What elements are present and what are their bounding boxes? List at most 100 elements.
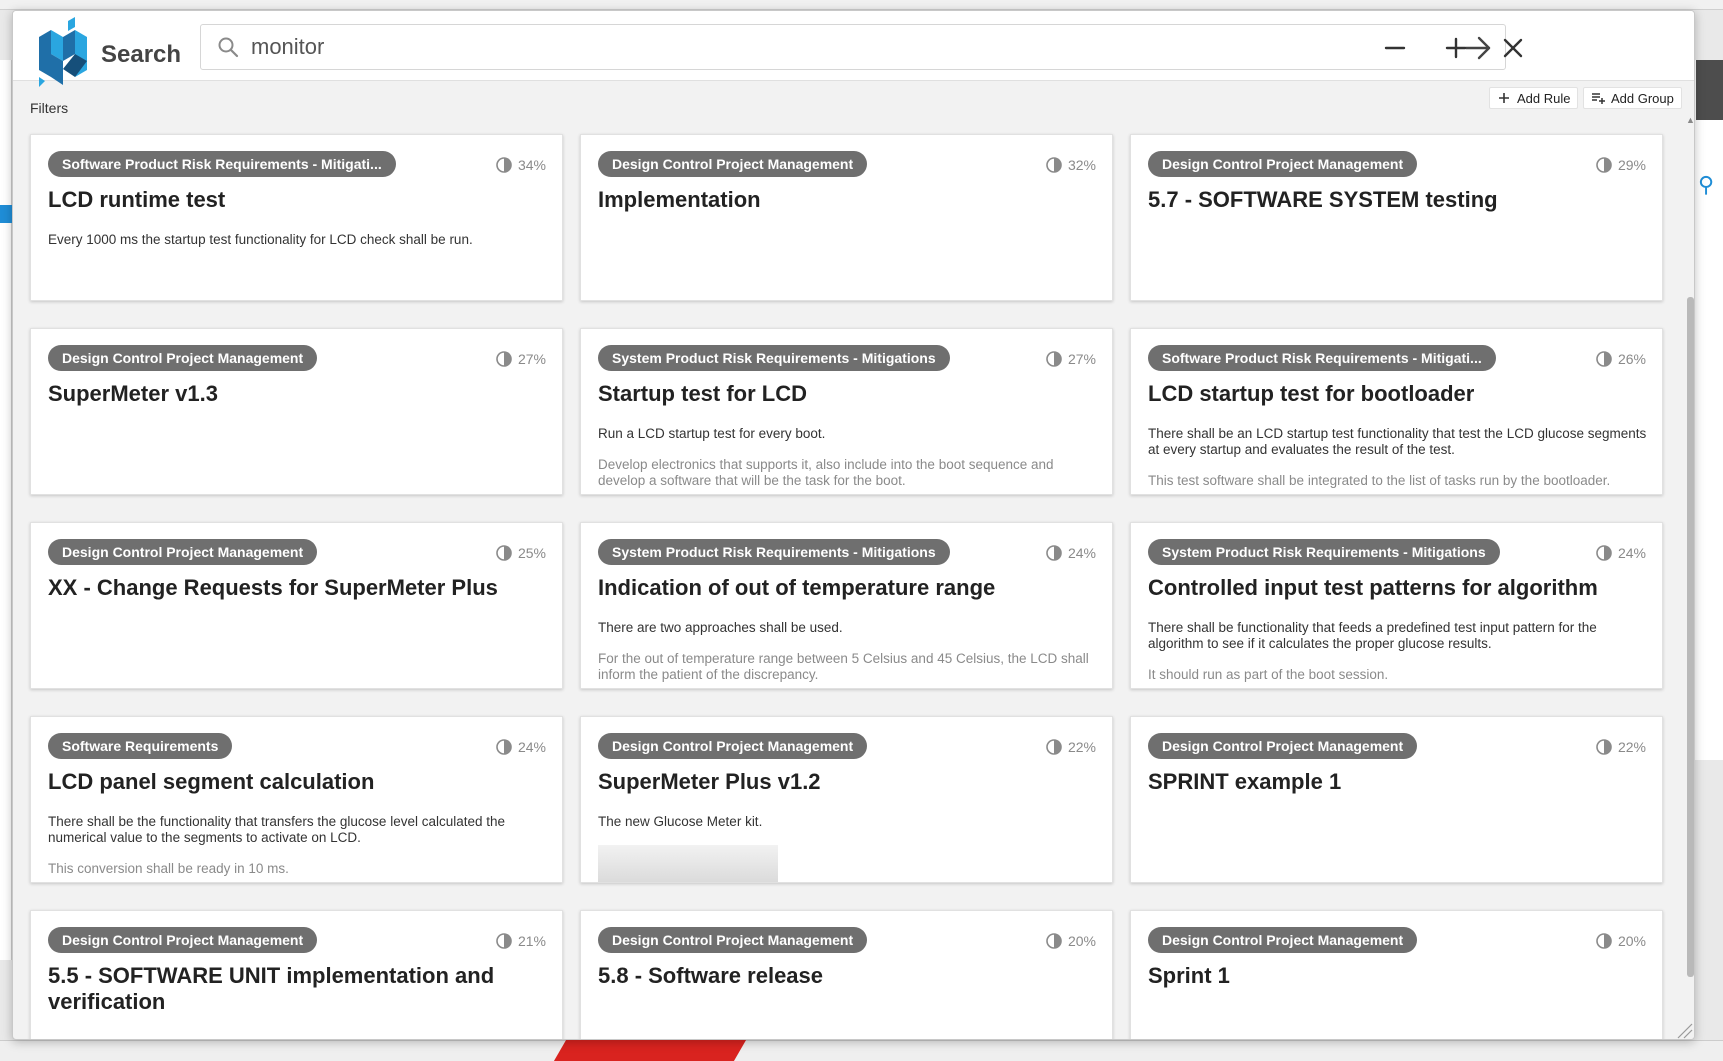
result-title[interactable]: SuperMeter v1.3 (48, 381, 548, 407)
relevance-score: 34% (495, 156, 546, 174)
relevance-score: 27% (495, 350, 546, 368)
result-title[interactable]: 5.5 - SOFTWARE UNIT implementation and v… (48, 963, 548, 1015)
relevance-score-value: 24% (1067, 545, 1096, 561)
search-input[interactable] (251, 31, 1431, 63)
result-card[interactable]: System Product Risk Requirements - Mitig… (580, 522, 1113, 689)
result-card[interactable]: Design Control Project Management 20% Spri… (1130, 910, 1663, 1039)
result-card[interactable]: Design Control Project Management 22% Supe… (580, 716, 1113, 883)
minimize-icon[interactable] (1382, 35, 1408, 61)
category-tag: Design Control Project Management (1148, 151, 1418, 177)
relevance-half-circle-icon (496, 351, 512, 367)
description-paragraph: This test software shall be integrated t… (1148, 473, 1611, 488)
category-tag: Design Control Project Management (598, 927, 868, 953)
category-tag: Design Control Project Management (48, 927, 318, 953)
description-paragraph: This conversion shall be ready in 10 ms. (48, 861, 289, 876)
result-title[interactable]: LCD startup test for bootloader (1148, 381, 1648, 407)
result-title[interactable]: 5.8 - Software release (598, 963, 1098, 989)
result-title[interactable]: LCD runtime test (48, 187, 548, 213)
relevance-half-circle-icon (1596, 157, 1612, 173)
result-description: Run a LCD startup test for every boot. De… (598, 426, 1098, 494)
search-box[interactable] (200, 24, 1506, 70)
result-card[interactable]: Design Control Project Management 27% Supe… (30, 328, 563, 495)
relevance-half-circle-icon (1046, 739, 1062, 755)
brand-logo-icon (39, 17, 87, 87)
relevance-half-circle-icon (1596, 933, 1612, 949)
result-card[interactable]: Design Control Project Management 20% 5.8 … (580, 910, 1113, 1039)
result-card[interactable]: Design Control Project Management 22% SPRI… (1130, 716, 1663, 883)
relevance-score: 32% (1045, 156, 1096, 174)
description-paragraph: There shall be an LCD startup test funct… (1148, 426, 1647, 457)
description-paragraph: There shall be functionality that feeds … (1148, 620, 1597, 651)
result-title[interactable]: SuperMeter Plus v1.2 (598, 769, 1098, 795)
relevance-half-circle-icon (1596, 351, 1612, 367)
relevance-half-circle-icon (496, 545, 512, 561)
result-title[interactable]: LCD panel segment calculation (48, 769, 548, 795)
filters-bar: Filters (13, 82, 1694, 122)
background-right-toolbar (1696, 60, 1723, 120)
add-rule-button[interactable]: Add Rule (1489, 87, 1579, 109)
result-card[interactable]: Software Product Risk Requirements - Mit… (1130, 328, 1663, 495)
background-left-panel (0, 60, 12, 960)
description-paragraph: Develop electronics that supports it, al… (598, 457, 1054, 488)
relevance-score-value: 27% (1067, 351, 1096, 367)
result-card[interactable]: Software Requirements 24% LCD panel segmen… (30, 716, 563, 883)
scrollbar-thumb[interactable] (1687, 297, 1694, 977)
relevance-score: 24% (495, 738, 546, 756)
result-description: There shall be functionality that feeds … (1148, 620, 1648, 688)
result-description: The new Glucose Meter kit. (598, 814, 1098, 845)
background-bottom-area (0, 1040, 1723, 1061)
description-paragraph: Run a LCD startup test for every boot. (598, 426, 826, 441)
result-title[interactable]: 5.7 - SOFTWARE SYSTEM testing (1148, 187, 1648, 213)
result-title[interactable]: Startup test for LCD (598, 381, 1098, 407)
relevance-score-value: 25% (517, 545, 546, 561)
relevance-score-value: 22% (1067, 739, 1096, 755)
result-card[interactable]: Design Control Project Management 25% XX -… (30, 522, 563, 689)
relevance-half-circle-icon (496, 933, 512, 949)
resize-grip-icon[interactable] (1675, 1021, 1693, 1039)
close-icon[interactable] (1500, 35, 1526, 61)
relevance-score-value: 21% (517, 933, 546, 949)
result-title[interactable]: XX - Change Requests for SuperMeter Plus (48, 575, 548, 601)
plus-icon[interactable] (1443, 35, 1469, 61)
result-title[interactable]: Controlled input test patterns for algor… (1148, 575, 1648, 601)
category-tag: System Product Risk Requirements - Mitig… (1148, 539, 1500, 565)
relevance-score: 21% (495, 932, 546, 950)
add-group-button[interactable]: Add Group (1583, 87, 1682, 109)
relevance-half-circle-icon (1046, 545, 1062, 561)
result-card[interactable]: Design Control Project Management 32% Impl… (580, 134, 1113, 301)
relevance-score: 22% (1595, 738, 1646, 756)
relevance-score-value: 20% (1617, 933, 1646, 949)
result-title[interactable]: Implementation (598, 187, 1098, 213)
result-description: Every 1000 ms the startup test functiona… (48, 232, 548, 263)
result-card[interactable]: Software Product Risk Requirements - Mit… (30, 134, 563, 301)
result-card[interactable]: Design Control Project Management 21% 5.5 … (30, 910, 563, 1039)
result-title[interactable]: Sprint 1 (1148, 963, 1648, 989)
relevance-score-value: 34% (517, 157, 546, 173)
result-card[interactable]: System Product Risk Requirements - Mitig… (580, 328, 1113, 495)
search-header: Search (13, 11, 1694, 87)
relevance-score: 20% (1045, 932, 1096, 950)
description-paragraph: The new Glucose Meter kit. (598, 814, 763, 829)
description-paragraph: There shall be the functionality that tr… (48, 814, 506, 845)
description-paragraph: It should run as part of the boot sessio… (1148, 667, 1389, 682)
result-title[interactable]: SPRINT example 1 (1148, 769, 1648, 795)
result-title[interactable]: Indication of out of temperature range (598, 575, 1098, 601)
category-tag: Software Product Risk Requirements - Mit… (48, 151, 396, 177)
result-description: There are two approaches shall be used. F… (598, 620, 1098, 688)
result-card[interactable]: Design Control Project Management 29% 5.7 … (1130, 134, 1663, 301)
relevance-score-value: 29% (1617, 157, 1646, 173)
relevance-score-value: 26% (1617, 351, 1646, 367)
filters-label[interactable]: Filters (30, 100, 68, 116)
relevance-score: 29% (1595, 156, 1646, 174)
scroll-up-arrow-icon[interactable]: ▲ (1685, 115, 1694, 127)
description-paragraph: Every 1000 ms the startup test functiona… (48, 232, 473, 247)
result-card[interactable]: System Product Risk Requirements - Mitig… (1130, 522, 1663, 689)
search-dialog: Search Filters (12, 10, 1695, 1040)
relevance-score: 24% (1595, 544, 1646, 562)
relevance-score-value: 27% (517, 351, 546, 367)
relevance-score: 26% (1595, 350, 1646, 368)
add-group-icon (1592, 93, 1605, 104)
result-thumbnail-image (598, 845, 778, 882)
category-tag: System Product Risk Requirements - Mitig… (598, 539, 950, 565)
description-paragraph: For the out of temperature range between… (598, 651, 1089, 682)
